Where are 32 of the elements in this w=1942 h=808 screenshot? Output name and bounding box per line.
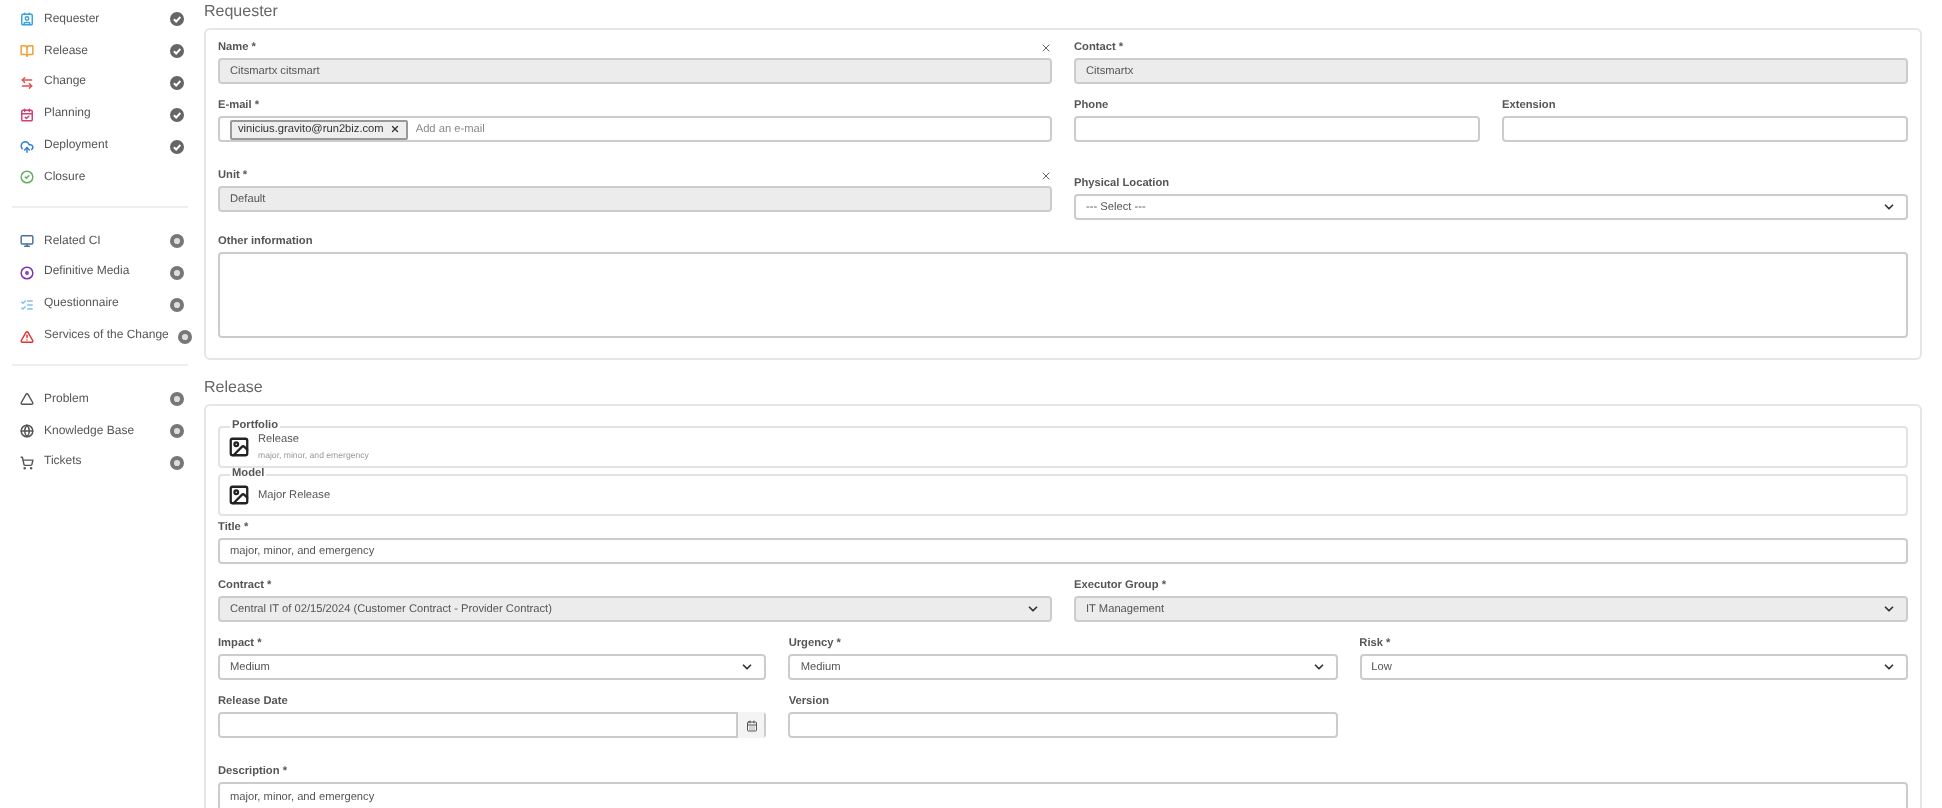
triangle-icon — [20, 392, 34, 407]
text-area[interactable] — [218, 252, 1908, 338]
section-title: Release — [204, 376, 265, 400]
calendar-icon — [20, 107, 34, 122]
cloud-upload-icon — [20, 139, 34, 154]
image-icon — [228, 484, 250, 506]
close-icon[interactable] — [1040, 170, 1052, 182]
chevron-down-icon — [1882, 660, 1896, 674]
disc-icon — [20, 265, 34, 280]
chevron-down-icon — [740, 660, 755, 674]
cart-icon — [20, 455, 34, 470]
date-field[interactable] — [218, 712, 767, 738]
check-circle-icon — [20, 170, 34, 185]
image-icon — [228, 436, 250, 458]
remove-icon[interactable] — [389, 123, 400, 133]
input-field[interactable] — [788, 712, 1338, 738]
chevron-down-icon — [1882, 200, 1896, 214]
input-field[interactable] — [1502, 116, 1908, 142]
checklist-icon — [20, 297, 34, 312]
calendar-icon — [745, 719, 758, 731]
contact-card-icon — [20, 12, 34, 27]
chevron-down-icon — [1882, 602, 1896, 616]
chevron-down-icon — [1026, 602, 1040, 616]
chevron-down-icon — [1311, 660, 1326, 674]
monitor-icon — [20, 234, 34, 249]
arrows-icon — [20, 75, 34, 90]
section-title: Requester — [204, 0, 280, 24]
close-icon[interactable] — [1040, 42, 1052, 54]
input-field[interactable] — [1074, 116, 1480, 142]
warning-icon — [20, 329, 34, 344]
book-icon — [20, 44, 34, 59]
globe-icon — [20, 424, 34, 439]
